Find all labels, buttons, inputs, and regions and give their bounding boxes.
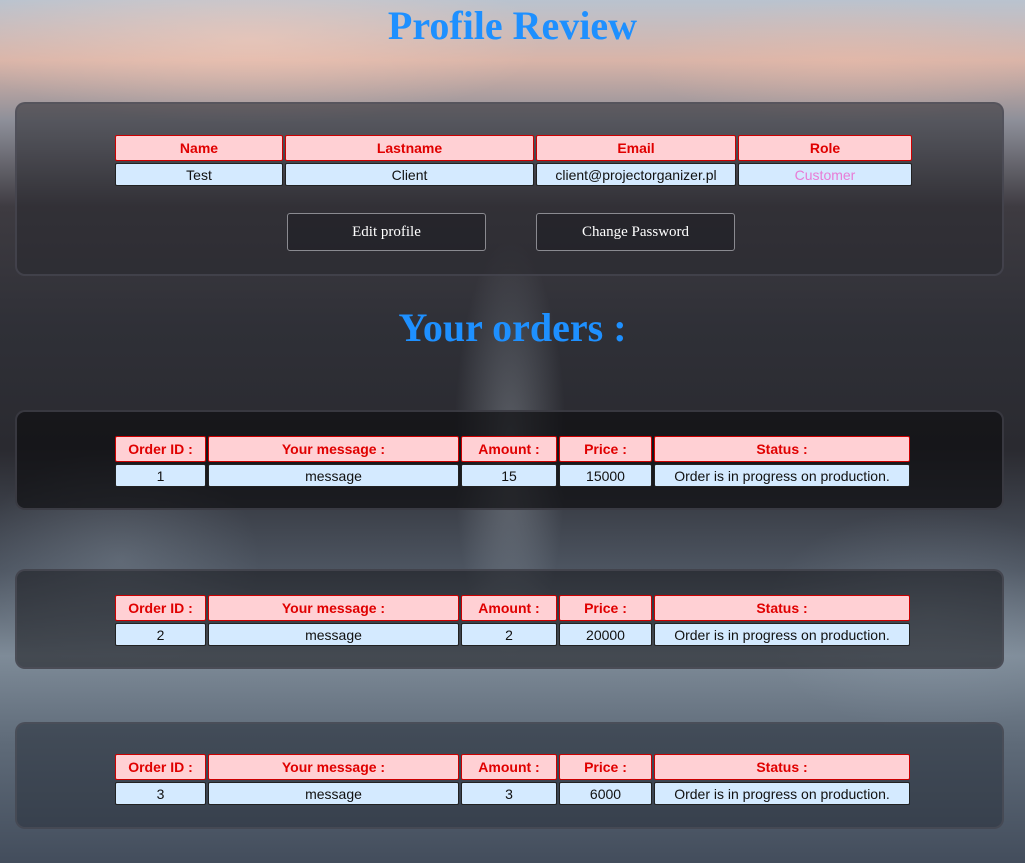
profile-header-row: Name Lastname Email Role [115, 135, 912, 161]
header-message: Your message : [208, 754, 459, 780]
profile-value-row: Test Client client@projectorganizer.pl C… [115, 163, 912, 186]
header-amount: Amount : [461, 754, 557, 780]
order-message: message [208, 464, 459, 487]
order-id: 2 [115, 623, 206, 646]
order-row: 1 message 15 15000 Order is in progress … [115, 464, 910, 487]
order-price: 15000 [559, 464, 652, 487]
order-amount: 15 [461, 464, 557, 487]
order-status: Order is in progress on production. [654, 782, 910, 805]
header-order-id: Order ID : [115, 754, 206, 780]
order-amount: 2 [461, 623, 557, 646]
header-email: Email [536, 135, 736, 161]
order-id: 1 [115, 464, 206, 487]
order-price: 20000 [559, 623, 652, 646]
value-role: Customer [738, 163, 912, 186]
header-amount: Amount : [461, 595, 557, 621]
order-panel-2: Order ID : Your message : Amount : Price… [15, 569, 1004, 669]
edit-profile-button[interactable]: Edit profile [287, 213, 486, 251]
header-message: Your message : [208, 595, 459, 621]
header-name: Name [115, 135, 283, 161]
header-price: Price : [559, 754, 652, 780]
header-lastname: Lastname [285, 135, 534, 161]
order-header-row: Order ID : Your message : Amount : Price… [115, 595, 910, 621]
value-lastname: Client [285, 163, 534, 186]
order-header-row: Order ID : Your message : Amount : Price… [115, 754, 910, 780]
order-amount: 3 [461, 782, 557, 805]
profile-table: Name Lastname Email Role Test Client cli… [113, 133, 914, 188]
value-name: Test [115, 163, 283, 186]
change-password-button[interactable]: Change Password [536, 213, 735, 251]
order-id: 3 [115, 782, 206, 805]
order-message: message [208, 782, 459, 805]
header-order-id: Order ID : [115, 436, 206, 462]
header-message: Your message : [208, 436, 459, 462]
order-status: Order is in progress on production. [654, 623, 910, 646]
value-email: client@projectorganizer.pl [536, 163, 736, 186]
order-table-2: Order ID : Your message : Amount : Price… [113, 593, 912, 648]
order-row: 3 message 3 6000 Order is in progress on… [115, 782, 910, 805]
header-status: Status : [654, 754, 910, 780]
header-price: Price : [559, 595, 652, 621]
header-price: Price : [559, 436, 652, 462]
header-role: Role [738, 135, 912, 161]
header-order-id: Order ID : [115, 595, 206, 621]
page-title: Profile Review [387, 3, 638, 48]
order-price: 6000 [559, 782, 652, 805]
order-header-row: Order ID : Your message : Amount : Price… [115, 436, 910, 462]
order-table-1: Order ID : Your message : Amount : Price… [113, 434, 912, 489]
orders-title: Your orders : [398, 305, 627, 350]
header-amount: Amount : [461, 436, 557, 462]
order-panel-1: Order ID : Your message : Amount : Price… [15, 410, 1004, 510]
order-status: Order is in progress on production. [654, 464, 910, 487]
order-table-3: Order ID : Your message : Amount : Price… [113, 752, 912, 807]
order-panel-3: Order ID : Your message : Amount : Price… [15, 722, 1004, 829]
order-message: message [208, 623, 459, 646]
order-row: 2 message 2 20000 Order is in progress o… [115, 623, 910, 646]
header-status: Status : [654, 436, 910, 462]
profile-panel: Name Lastname Email Role Test Client cli… [15, 102, 1004, 276]
header-status: Status : [654, 595, 910, 621]
